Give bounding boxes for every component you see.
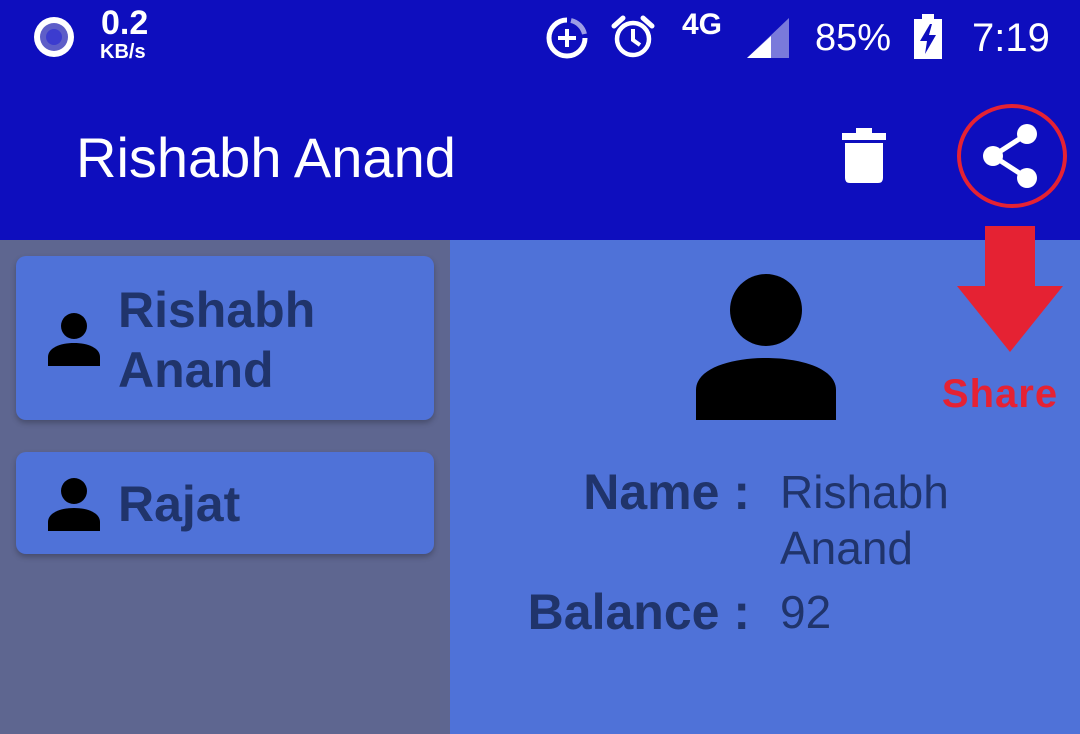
list-item[interactable]: Rishabh Anand [16,256,434,420]
share-annotation-label: Share [941,372,1059,416]
clock-time: 7:19 [972,16,1050,60]
page-title: Rishabh Anand [76,126,456,189]
status-bar: 0.2 KB/s 4G 85% 7:19 [0,0,1080,80]
person-icon [48,478,100,531]
customer-list: Rishabh Anand Rajat [0,240,450,734]
down-arrow-icon [957,226,1063,352]
balance-label: Balance : [527,584,750,640]
signal-icon [747,18,789,58]
name-label: Name : [583,464,750,520]
list-item-name: Rishabh Anand [118,282,316,398]
delete-icon [842,128,886,183]
net-speed-value: 0.2 [101,4,149,42]
share-highlight-circle [957,104,1067,208]
battery-percent: 85% [815,17,892,59]
person-icon [48,313,100,366]
network-type: 4G [682,8,723,41]
alarm-icon [611,15,655,58]
net-speed-unit: KB/s [100,41,146,63]
battery-charging-icon [914,14,942,59]
delete-button[interactable] [834,126,894,186]
balance-value: 92 [780,586,832,638]
recording-icon [34,17,74,57]
name-value: Rishabh Anand [780,466,949,574]
list-item-name: Rajat [118,476,241,532]
avatar [696,274,836,420]
list-item[interactable]: Rajat [16,452,434,554]
data-saver-icon [546,17,588,59]
app-bar: Rishabh Anand [0,80,1080,240]
